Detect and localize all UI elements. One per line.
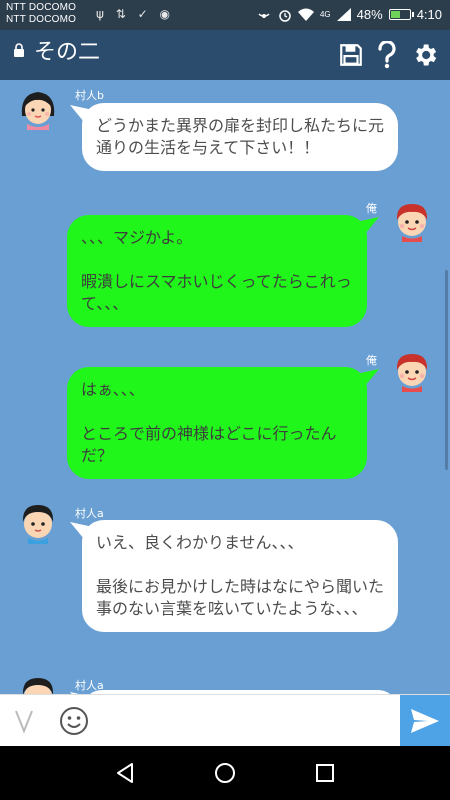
system-nav-bar	[0, 746, 450, 800]
message-text: はぁ、、、 ところで前の神様はどこに行ったんだ？	[81, 380, 337, 465]
status-right: 4G 48% 4:10	[256, 7, 442, 22]
settings-button[interactable]	[410, 40, 440, 70]
save-button[interactable]	[336, 40, 366, 70]
message-text: いえ、良くわかりません、、、 最後にお見かけした時はなにやら聞いた事のない言葉を…	[96, 533, 385, 618]
help-button[interactable]	[372, 40, 402, 70]
save-icon	[340, 44, 362, 66]
carrier-2: NTT DOCOMO	[6, 14, 77, 25]
help-icon	[378, 41, 396, 69]
notification-icons: ψ ⇅ ✓ ◉	[96, 7, 174, 21]
lock-icon	[14, 43, 24, 57]
sender-name: 俺	[366, 354, 377, 367]
status-bar: NTT DOCOMO NTT DOCOMO ψ ⇅ ✓ ◉ 4G 48% 4:1…	[0, 0, 450, 30]
message-text: 、、、マジかよ。 暇潰しにスマホいじくってたらこれって、、、	[81, 228, 352, 313]
signal-icon	[336, 8, 351, 21]
carrier-1: NTT DOCOMO	[6, 2, 77, 13]
send-button[interactable]	[400, 695, 450, 747]
wifi-icon	[297, 8, 314, 21]
message-bubble[interactable]: どうかまた異界の扉を封印し私たちに元通りの生活を与えて下さい！！	[82, 103, 398, 171]
recents-button[interactable]	[310, 758, 340, 788]
recents-icon	[316, 764, 334, 782]
page-title: その二	[34, 40, 101, 65]
me-avatar	[396, 204, 428, 242]
back-icon	[117, 763, 133, 783]
alarm-icon	[279, 9, 291, 22]
battery-icon	[388, 9, 414, 20]
smiley-icon	[60, 707, 88, 735]
message-bubble[interactable]: いえ、良くわかりません、、、 最後にお見かけした時はなにやら聞いた事のない言葉を…	[82, 520, 398, 632]
battery-percent: 48%	[356, 7, 383, 22]
me-avatar	[396, 354, 428, 392]
message-input[interactable]	[100, 701, 396, 741]
villager-b-avatar	[21, 92, 55, 130]
message-bubble[interactable]: 、、、マジかよ。 暇潰しにスマホいじくってたらこれって、、、	[67, 215, 367, 327]
carrier-label: NTT DOCOMO NTT DOCOMO	[6, 2, 76, 26]
settings-icon	[416, 44, 437, 66]
network-type: 4G	[319, 9, 331, 19]
chat-area[interactable]: 村人b どうかまた異界の扉を封印し私たちに元通りの生活を与えて下さい！！ 俺 、…	[0, 80, 450, 694]
home-icon	[215, 763, 235, 783]
villager-a-avatar	[23, 678, 53, 694]
sender-name: 村人b	[75, 89, 104, 102]
send-icon	[411, 709, 439, 733]
input-bar	[0, 694, 450, 747]
clock: 4:10	[416, 7, 442, 22]
message-bubble[interactable]: はぁ、、、 ところで前の神様はどこに行ったんだ？	[67, 367, 367, 479]
sender-name: 村人a	[75, 507, 104, 520]
back-button[interactable]	[110, 758, 140, 788]
emoji-button[interactable]	[58, 705, 90, 737]
message-text: どうかまた異界の扉を封印し私たちに元通りの生活を与えて下さい！！	[96, 116, 385, 157]
hotspot-icon	[258, 12, 270, 18]
home-button[interactable]	[210, 758, 240, 788]
scrollbar[interactable]	[445, 270, 448, 470]
chevron-down-icon	[15, 710, 33, 734]
sender-name: 俺	[366, 202, 377, 215]
collapse-button[interactable]	[10, 707, 38, 735]
villager-a-avatar	[22, 505, 54, 544]
app-bar: その二	[0, 30, 450, 80]
